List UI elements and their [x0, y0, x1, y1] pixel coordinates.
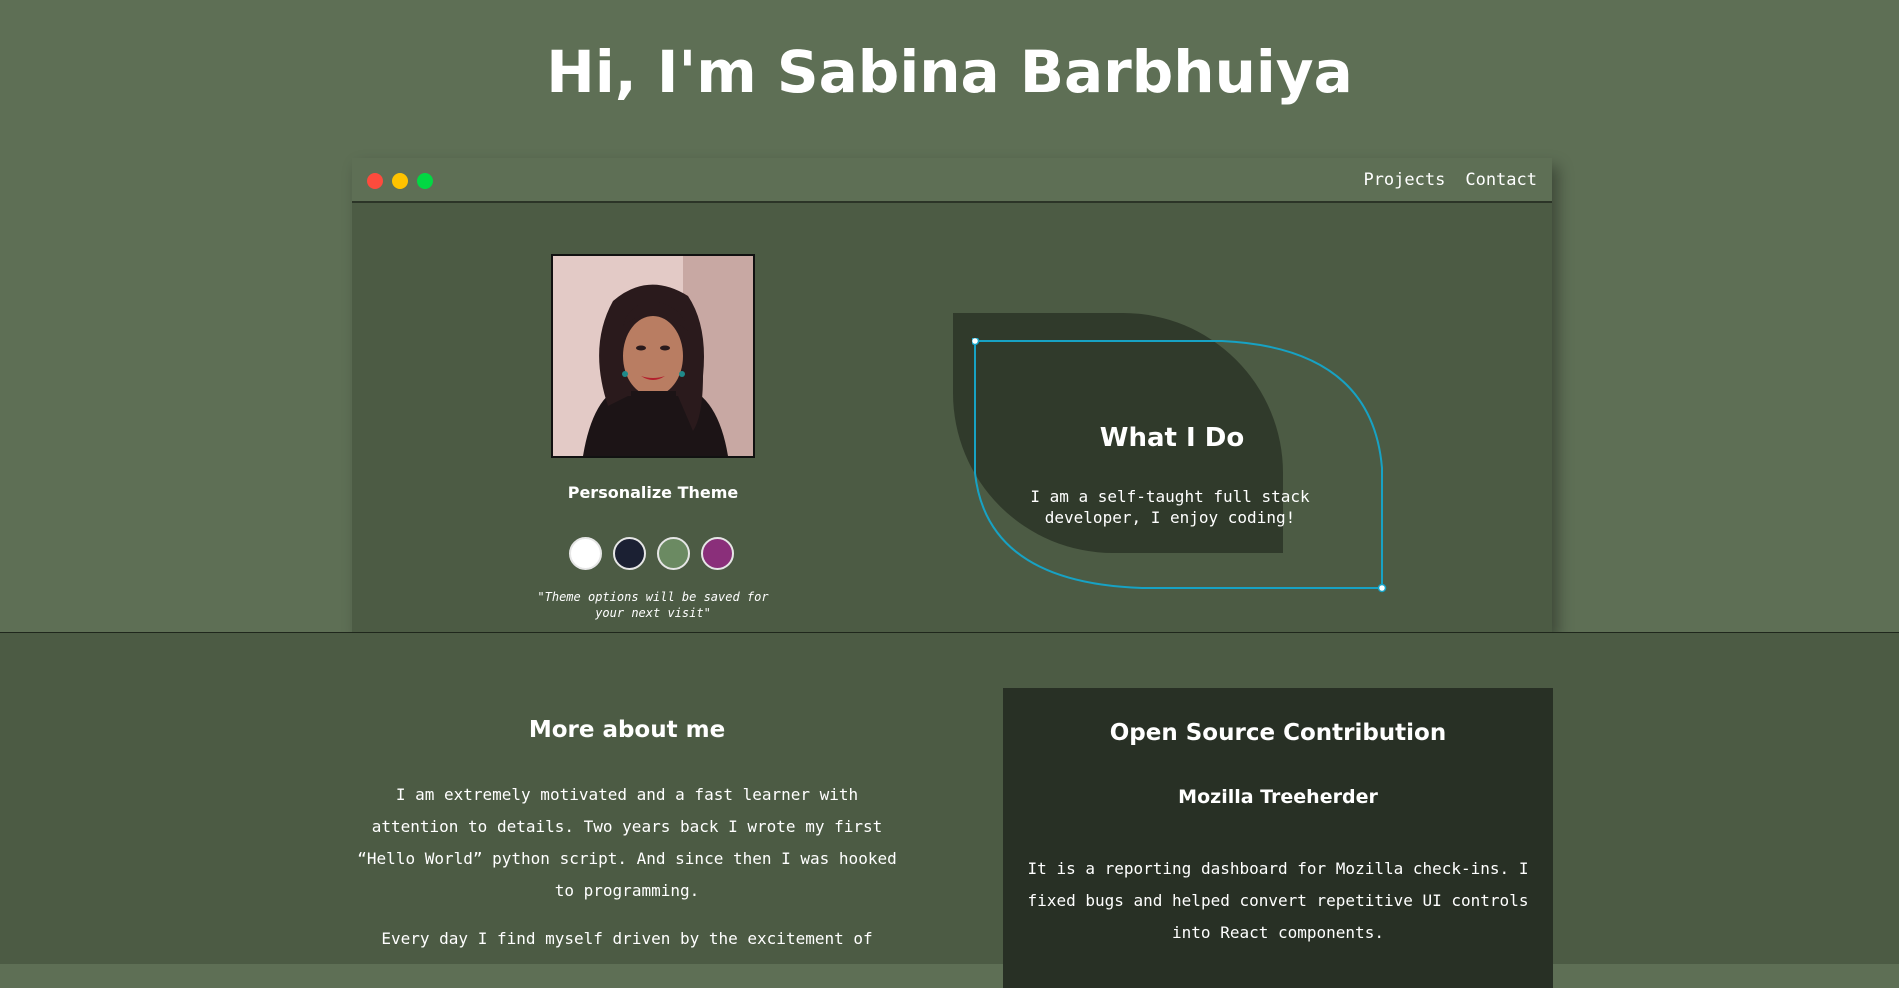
top-nav: Projects Contact [1363, 170, 1537, 190]
about-paragraph-2: Every day I find myself driven by the ex… [381, 929, 873, 948]
open-source-project-name: Mozilla Treeherder [1178, 786, 1378, 808]
maximize-window-dot [417, 173, 433, 189]
theme-swatches [569, 537, 734, 570]
browser-window: Projects Contact Personalize Theme "Them… [352, 158, 1552, 632]
profile-photo [551, 254, 755, 458]
theme-note: "Theme options will be saved for your ne… [537, 590, 769, 620]
about-paragraph-1: I am extremely motivated and a fast lear… [357, 785, 897, 900]
open-source-heading: Open Source Contribution [1109, 720, 1447, 746]
open-source-description: It is a reporting dashboard for Mozilla … [1027, 859, 1529, 942]
theme-swatch-purple[interactable] [701, 537, 734, 570]
nav-contact-link[interactable]: Contact [1465, 170, 1537, 190]
profile-photo-icon [553, 256, 753, 456]
open-source-card: Open Source Contribution Mozilla Treeher… [1003, 688, 1553, 988]
theme-swatch-light[interactable] [569, 537, 602, 570]
what-i-do-title: What I Do [1099, 423, 1245, 453]
theme-swatch-dark-blue[interactable] [613, 537, 646, 570]
minimize-window-dot [392, 173, 408, 189]
what-i-do-outline [972, 338, 1387, 593]
window-titlebar: Projects Contact [352, 158, 1552, 203]
close-window-dot [367, 173, 383, 189]
personalize-theme-title: Personalize Theme [567, 483, 739, 502]
nav-projects-link[interactable]: Projects [1363, 170, 1445, 190]
theme-swatch-green[interactable] [657, 537, 690, 570]
about-heading: More about me [528, 717, 726, 743]
what-i-do-text: I am a self-taught full stack developer,… [1030, 487, 1310, 527]
about-section: More about me I am extremely motivated a… [0, 632, 1899, 988]
page-title: Hi, I'm Sabina Barbhuiya [546, 38, 1353, 106]
